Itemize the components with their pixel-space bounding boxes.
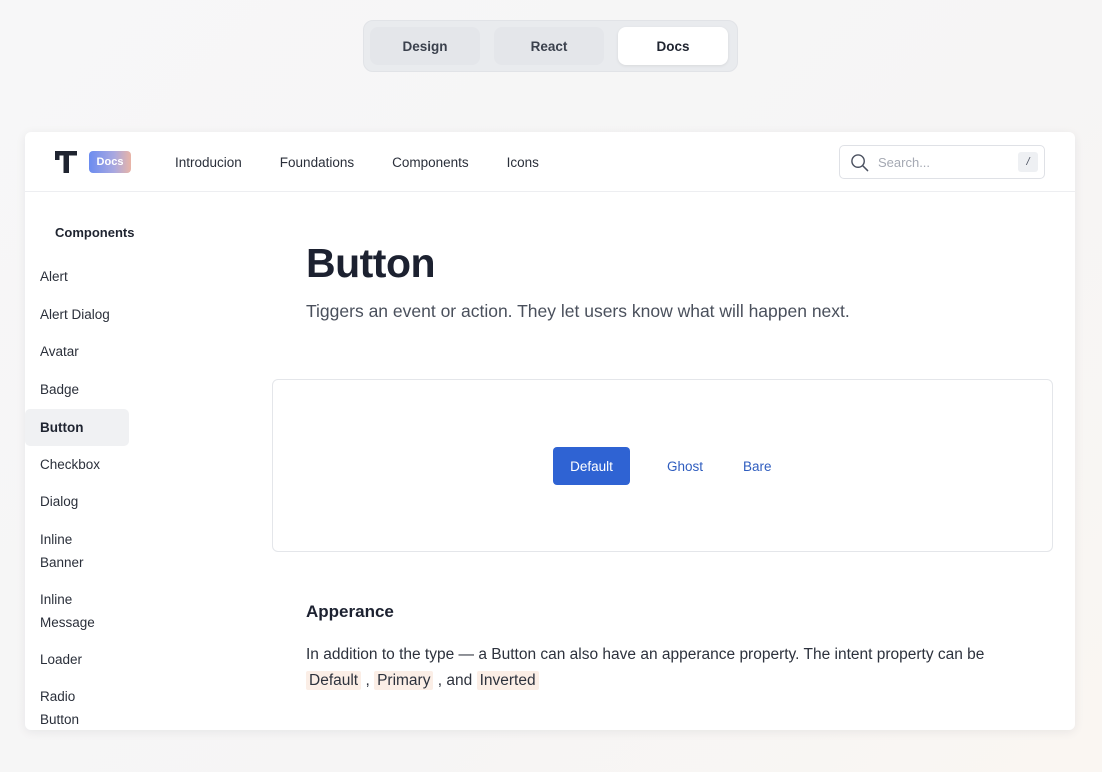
code-primary: Primary (374, 671, 434, 690)
sidebar-item-checkbox[interactable]: Checkbox (25, 454, 129, 477)
code-inverted: Inverted (476, 671, 539, 690)
search-icon (851, 154, 869, 172)
sidebar-item-inline-banner[interactable]: Inline Banner (25, 529, 129, 574)
code-default: Default (306, 671, 362, 690)
sidebar-item-alert-dialog[interactable]: Alert Dialog (25, 304, 129, 327)
page-title: Button (306, 240, 436, 286)
page-subtitle: Tiggers an event or action. They let use… (306, 301, 850, 321)
nav-components[interactable]: Components (392, 155, 469, 170)
sidebar-item-avatar[interactable]: Avatar (25, 341, 129, 364)
bare-button[interactable]: Bare (743, 447, 772, 485)
docs-badge: Docs (89, 151, 131, 173)
section-body-appearance: In addition to the type — a Button can a… (306, 642, 1026, 694)
separator-and: , and (437, 672, 473, 689)
nav-foundations[interactable]: Foundations (280, 155, 354, 170)
sidebar-item-button[interactable]: Button (25, 409, 129, 446)
search-box[interactable]: / (839, 145, 1045, 179)
ghost-button[interactable]: Ghost (667, 447, 703, 485)
sidebar-item-dialog[interactable]: Dialog (25, 491, 129, 514)
section-title-appearance: Apperance (306, 602, 394, 621)
search-shortcut-key: / (1018, 152, 1038, 172)
appearance-text: In addition to the type — a Button can a… (306, 646, 985, 663)
sidebar-item-loader[interactable]: Loader (25, 649, 129, 672)
sidebar-item-radio-button[interactable]: Radio Button (25, 686, 129, 730)
sidebar-title: Components (55, 225, 135, 240)
sidebar-item-badge[interactable]: Badge (25, 379, 129, 402)
view-switcher: Design React Docs (363, 20, 738, 72)
sidebar-item-alert[interactable]: Alert (25, 266, 129, 289)
docs-window: Docs Introducion Foundations Components … (25, 132, 1075, 730)
tab-react[interactable]: React (494, 27, 604, 65)
search-input[interactable] (878, 152, 1008, 172)
default-button[interactable]: Default (553, 447, 630, 485)
separator-comma: , (365, 672, 370, 689)
tab-design[interactable]: Design (370, 27, 480, 65)
nav-introduction[interactable]: Introducion (175, 155, 242, 170)
nav-icons[interactable]: Icons (507, 155, 539, 170)
top-navbar: Docs Introducion Foundations Components … (25, 132, 1075, 192)
tab-docs[interactable]: Docs (618, 27, 728, 65)
logo-icon[interactable] (55, 151, 77, 173)
sidebar-item-inline-message[interactable]: Inline Message (25, 589, 129, 634)
main-nav: Introducion Foundations Components Icons (175, 132, 539, 192)
button-preview-panel: Default Ghost Bare (272, 379, 1053, 552)
